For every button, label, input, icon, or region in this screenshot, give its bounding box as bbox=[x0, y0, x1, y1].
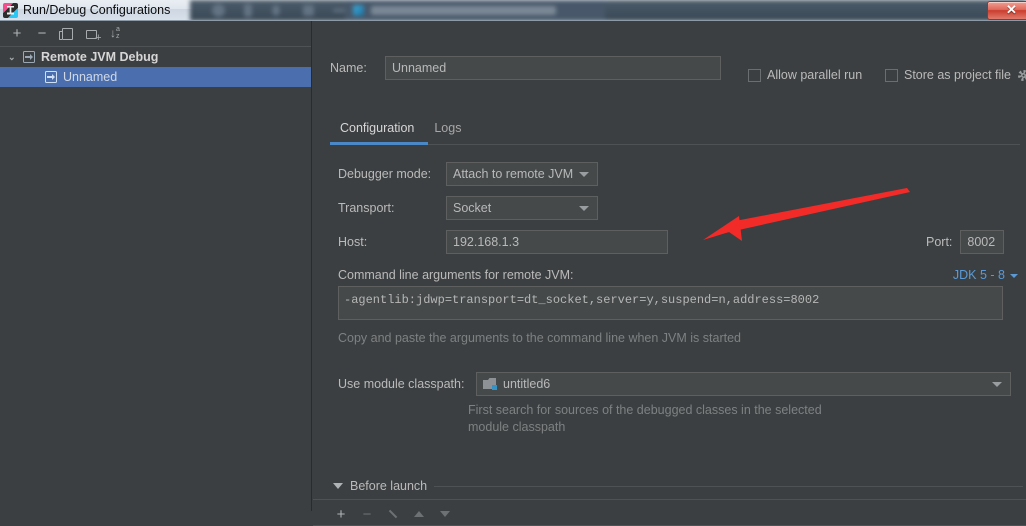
checkbox-icon[interactable] bbox=[885, 68, 898, 82]
debugger-mode-row: Debugger mode: Attach to remote JVM bbox=[338, 162, 598, 186]
remote-jvm-debug-icon bbox=[22, 50, 36, 64]
plus-icon: + bbox=[336, 505, 346, 523]
before-launch-move-up-button[interactable] bbox=[408, 504, 430, 524]
chevron-down-icon bbox=[992, 382, 1002, 387]
configuration-panel: Name: Allow parallel run Store as projec… bbox=[313, 21, 1026, 511]
panel-tabs: Configuration Logs bbox=[330, 119, 1020, 145]
before-launch-label: Before launch bbox=[350, 479, 428, 493]
command-line-hint: Copy and paste the arguments to the comm… bbox=[338, 331, 741, 345]
intellij-idea-icon bbox=[3, 2, 18, 18]
arrow-up-icon bbox=[414, 511, 424, 517]
save-configuration-button[interactable] bbox=[81, 23, 103, 44]
host-input[interactable] bbox=[446, 230, 668, 254]
transport-value: Socket bbox=[453, 201, 492, 215]
before-launch-add-button[interactable]: + bbox=[330, 504, 352, 524]
tabs-divider bbox=[330, 144, 1020, 145]
module-classpath-hint-line1: First search for sources of the debugged… bbox=[468, 403, 822, 417]
minus-icon: − bbox=[37, 25, 47, 42]
before-launch-toolbar: + − bbox=[330, 502, 456, 526]
close-window-button[interactable]: ✕ bbox=[987, 1, 1026, 20]
window-title-bar: Run/Debug Configurations ✕ bbox=[0, 0, 1026, 21]
chevron-down-icon bbox=[579, 206, 589, 211]
host-row: Host: bbox=[338, 230, 668, 254]
add-configuration-button[interactable]: + bbox=[6, 23, 28, 44]
chevron-down-icon[interactable] bbox=[333, 483, 343, 489]
name-label: Name: bbox=[330, 61, 367, 75]
allow-parallel-run-checkbox[interactable]: Allow parallel run bbox=[748, 68, 862, 82]
tab-logs[interactable]: Logs bbox=[424, 119, 471, 143]
configurations-toolbar: + − ↓az bbox=[0, 21, 311, 47]
ghost-icon-1 bbox=[212, 4, 225, 17]
port-row: Port: bbox=[926, 230, 1005, 254]
close-icon: ✕ bbox=[1006, 2, 1017, 17]
copy-configuration-button[interactable] bbox=[56, 23, 78, 44]
gear-icon[interactable] bbox=[1017, 69, 1026, 82]
host-label: Host: bbox=[338, 235, 368, 249]
remote-jvm-debug-icon bbox=[44, 70, 58, 84]
sidebar-group-label: Remote JVM Debug bbox=[41, 50, 159, 64]
ghost-file-icon bbox=[353, 5, 364, 16]
port-input[interactable] bbox=[960, 230, 1005, 254]
jdk-version-selector[interactable]: JDK 5 - 8 bbox=[953, 268, 1018, 282]
plus-icon: + bbox=[12, 25, 22, 42]
folder-add-icon bbox=[85, 29, 102, 44]
module-classpath-value: untitled6 bbox=[503, 377, 551, 391]
module-classpath-hint: First search for sources of the debugged… bbox=[468, 402, 868, 436]
module-classpath-row: Use module classpath: untitled6 bbox=[338, 372, 1011, 396]
checkbox-icon[interactable] bbox=[748, 68, 761, 82]
window-title: Run/Debug Configurations bbox=[23, 3, 171, 17]
command-line-arguments-field[interactable]: -agentlib:jdwp=transport=dt_socket,serve… bbox=[338, 286, 1003, 320]
transport-select[interactable]: Socket bbox=[446, 196, 598, 220]
before-launch-move-down-button[interactable] bbox=[434, 504, 456, 524]
copy-icon bbox=[59, 27, 73, 40]
before-launch-edit-button[interactable] bbox=[382, 504, 404, 524]
command-line-arguments-label: Command line arguments for remote JVM: bbox=[338, 268, 574, 282]
name-row: Name: bbox=[330, 56, 721, 80]
module-classpath-select[interactable]: untitled6 bbox=[476, 372, 1011, 396]
sort-configurations-button[interactable]: ↓ a z bbox=[106, 23, 128, 44]
transport-row: Transport: Socket bbox=[338, 196, 598, 220]
dialog-content: + − ↓az ⌄ Remote JVM Debug bbox=[0, 21, 1026, 526]
chevron-down-icon bbox=[1010, 274, 1018, 278]
debugger-mode-label: Debugger mode: bbox=[338, 167, 432, 181]
sidebar-group-remote-jvm-debug[interactable]: ⌄ Remote JVM Debug bbox=[0, 47, 311, 67]
ghost-icon-4 bbox=[303, 5, 314, 16]
store-as-project-file-label: Store as project file bbox=[904, 68, 1011, 82]
pencil-icon bbox=[387, 508, 399, 520]
before-launch-divider bbox=[434, 485, 1023, 487]
sort-alphabetically-icon: ↓ a z bbox=[110, 26, 120, 40]
before-launch-header[interactable]: Before launch bbox=[333, 479, 1023, 493]
before-launch-top-separator bbox=[313, 499, 1026, 500]
remove-configuration-button[interactable]: − bbox=[31, 23, 53, 44]
chevron-down-icon[interactable]: ⌄ bbox=[8, 52, 22, 63]
transport-label: Transport: bbox=[338, 201, 395, 215]
chevron-down-icon bbox=[579, 172, 589, 177]
name-input[interactable] bbox=[385, 56, 721, 80]
ghost-icon-5 bbox=[333, 9, 345, 12]
configurations-sidebar: + − ↓az ⌄ Remote JVM Debug bbox=[0, 21, 312, 511]
module-classpath-label: Use module classpath: bbox=[338, 377, 465, 391]
store-as-project-file-checkbox[interactable]: Store as project file bbox=[885, 68, 1026, 82]
arrow-down-icon bbox=[440, 511, 450, 517]
sidebar-item-label: Unnamed bbox=[63, 70, 118, 84]
allow-parallel-run-label: Allow parallel run bbox=[767, 68, 863, 82]
module-classpath-hint-line2: module classpath bbox=[468, 420, 566, 434]
module-icon bbox=[483, 378, 497, 390]
debugger-mode-value: Attach to remote JVM bbox=[453, 167, 574, 181]
active-tab-indicator bbox=[330, 142, 428, 145]
ghost-file-name bbox=[371, 6, 556, 15]
ghost-icon-3 bbox=[272, 5, 280, 16]
ghost-icon-2 bbox=[244, 4, 252, 17]
jdk-version-label: JDK 5 - 8 bbox=[952, 268, 1005, 282]
blurred-ide-toolbar-background bbox=[190, 0, 1026, 20]
ghost-editor-tab bbox=[345, 1, 605, 20]
before-launch-remove-button[interactable]: − bbox=[356, 504, 378, 524]
sidebar-item-unnamed[interactable]: Unnamed bbox=[0, 67, 311, 87]
tab-configuration[interactable]: Configuration bbox=[330, 119, 424, 143]
port-label: Port: bbox=[926, 235, 953, 249]
debugger-mode-select[interactable]: Attach to remote JVM bbox=[446, 162, 598, 186]
minus-icon: − bbox=[362, 505, 372, 523]
